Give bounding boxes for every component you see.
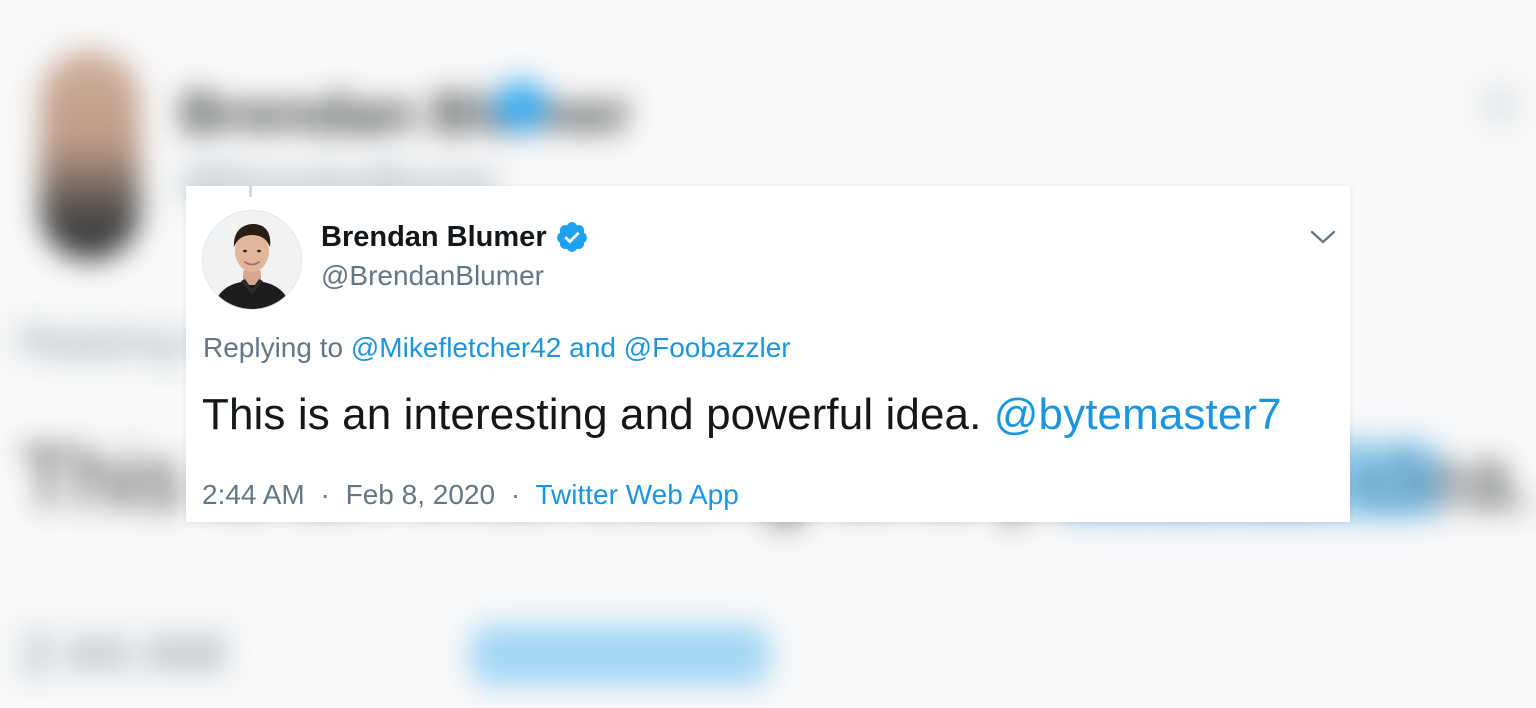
replying-to-line: Replying to @Mikefletcher42 and @Foobazz… [203,332,791,364]
tweet-date[interactable]: Feb 8, 2020 [346,479,495,510]
chevron-down-icon [1310,230,1336,244]
tweet-menu-button[interactable] [1306,220,1340,254]
tweet-source-link[interactable]: Twitter Web App [535,479,738,510]
display-name[interactable]: Brendan Blumer [321,221,547,254]
tweet-meta: 2:44 AM · Feb 8, 2020 · Twitter Web App [202,479,739,511]
reply-conjunction: and [569,332,616,363]
avatar[interactable] [202,210,302,310]
background-timestamp: 2:44 AM [20,621,226,684]
background-verified-icon [495,80,547,132]
tweet-text: This is an interesting and powerful idea… [202,390,1282,440]
tweet-card: Brendan Blumer @BrendanBlumer Replying t… [186,183,1350,522]
reply-mention-mikefletcher42[interactable]: @Mikefletcher42 [351,332,562,363]
avatar-portrait-icon [203,211,301,309]
reply-mention-foobazzler[interactable]: @Foobazzler [624,332,791,363]
author-handle[interactable]: @BrendanBlumer [321,260,544,292]
tweet-mention-bytemaster7[interactable]: @bytemaster7 [994,390,1282,439]
background-source [470,625,770,685]
thread-connector-line [249,183,252,197]
tweet-time[interactable]: 2:44 AM [202,479,305,510]
replying-to-prefix: Replying to [203,332,344,363]
meta-separator: · [320,479,330,510]
background-chevron [1480,85,1520,125]
background-display-name: Brendan Blumer [180,81,632,146]
tweet-body: This is an interesting and powerful idea… [202,390,982,439]
background-avatar [40,50,140,260]
meta-separator-2: · [510,479,521,510]
verified-badge-icon [555,220,589,254]
screenshot-stage: Brendan Blumer @BrendanBlumer Replying t… [0,0,1536,708]
author-name-row[interactable]: Brendan Blumer [321,220,589,254]
